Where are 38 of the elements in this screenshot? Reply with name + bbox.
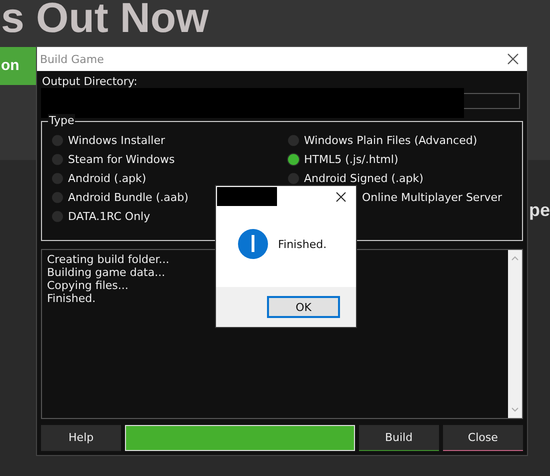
option-label[interactable]: Online Multiplayer Server [362, 190, 502, 204]
radio-button[interactable] [52, 172, 63, 184]
option-label[interactable]: DATA.1RC Only [68, 210, 150, 222]
group-title: Type [48, 114, 76, 127]
option-label[interactable]: HTML5 (.js/.html) [304, 152, 398, 166]
window-title: Build Game [40, 52, 104, 66]
option-label[interactable]: Android Signed (.apk) [304, 172, 424, 184]
page-heading: pe [529, 200, 550, 221]
option-label[interactable]: Steam for Windows [68, 152, 175, 166]
build-button[interactable]: Build [358, 425, 439, 451]
option-label[interactable]: Android Bundle (.aab) [68, 190, 188, 204]
scroll-down-icon[interactable] [511, 407, 519, 412]
close-button[interactable]: Close [442, 425, 523, 451]
radio-button[interactable] [288, 154, 299, 164]
log-line: Building game data... [47, 266, 166, 279]
log-line: Creating build folder... [47, 253, 170, 266]
redacted-area [217, 187, 277, 206]
radio-button[interactable] [288, 134, 299, 146]
radio-button[interactable] [52, 154, 63, 164]
field-label: Output Directory: [41, 75, 138, 89]
message-text: Finished. [278, 238, 327, 250]
radio-button[interactable] [288, 172, 299, 184]
option-label[interactable]: Windows Plain Files (Advanced) [304, 134, 478, 146]
scrollbar[interactable] [508, 250, 522, 418]
radio-button[interactable] [52, 134, 63, 146]
help-button[interactable]: Help [41, 425, 122, 451]
close-icon[interactable] [336, 192, 346, 202]
info-icon [238, 229, 268, 259]
log-line: Finished. [47, 292, 97, 305]
ok-button[interactable]: OK [267, 296, 340, 318]
option-label[interactable]: Android (.apk) [68, 172, 146, 184]
radio-button[interactable] [52, 192, 63, 202]
close-icon[interactable] [507, 53, 519, 65]
log-line: Copying files... [47, 279, 130, 292]
option-label[interactable]: Windows Installer [68, 134, 166, 146]
scroll-up-icon[interactable] [511, 256, 519, 261]
page-heading: s Out Now [1, 0, 209, 42]
radio-button[interactable] [52, 210, 63, 222]
